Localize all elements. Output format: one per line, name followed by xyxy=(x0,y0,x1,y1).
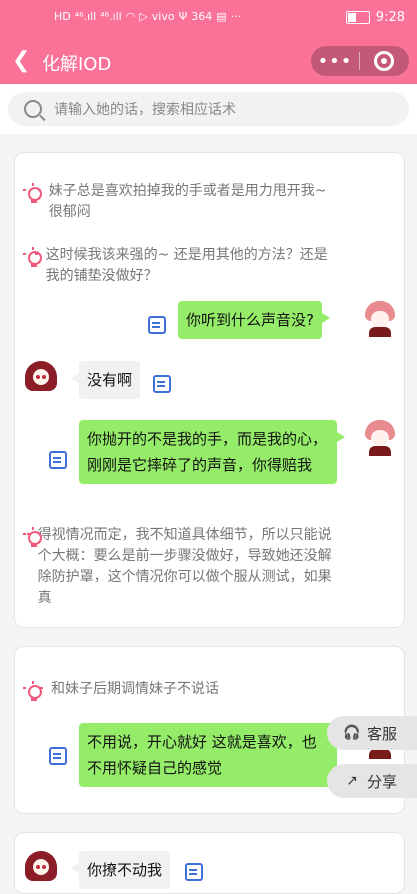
signal-icon: ⁴⁶.ıll xyxy=(74,10,97,23)
copy-icon[interactable] xyxy=(185,863,205,883)
more-notifications-icon: ··· xyxy=(230,10,242,23)
avatar xyxy=(25,361,59,397)
copy-icon[interactable] xyxy=(49,747,69,767)
avatar xyxy=(25,851,59,887)
wifi-icon: ◠ xyxy=(125,10,136,23)
copy-icon[interactable] xyxy=(49,451,69,471)
lightbulb-icon xyxy=(23,527,42,549)
tip-text: 这时候我该来强的~ 还是用其他的方法？还是我的铺垫没做好？ xyxy=(45,247,328,284)
signal-icon: ⁴⁶.ıll xyxy=(100,10,122,23)
lightbulb-icon xyxy=(23,681,43,703)
script-card: 你撩不动我 xyxy=(14,832,405,894)
customer-service-label: 客服 xyxy=(367,724,398,743)
nav-bar: ❮ 化解IOD ••• xyxy=(0,38,417,84)
message-bubble-sent[interactable]: 你听到什么声音没? xyxy=(178,301,330,339)
app-notification-icon: Ψ xyxy=(178,10,188,23)
hd-icon: HD xyxy=(54,10,71,23)
target-icon xyxy=(374,51,394,71)
status-bar: HD ⁴⁶.ıll ⁴⁶.ıll ◠ ▷ vivo Ψ 364 ▤ ··· 9:… xyxy=(0,0,417,38)
tip-item: 这时候我该来强的~ 还是用其他的方法？还是我的铺垫没做好？ xyxy=(23,245,333,287)
app-notification-icon: ▤ xyxy=(216,10,227,23)
share-button[interactable]: ↗ 分享 xyxy=(327,764,417,798)
app-notification-icon: 364 xyxy=(191,10,213,23)
message-bubble-sent[interactable]: 不用说，开心就好 这就是喜欢，也不用怀疑自己的感觉 xyxy=(79,723,345,787)
tip-item: 和妹子后期调情妹子不说话 xyxy=(23,679,333,703)
message-bubble-received[interactable]: 你撩不动我 xyxy=(70,851,171,889)
customer-service-button[interactable]: 🎧 客服 xyxy=(327,716,417,750)
close-button[interactable] xyxy=(360,51,408,71)
app-notification-icon: ▷ xyxy=(139,10,148,23)
copy-icon[interactable] xyxy=(153,375,173,395)
tip-item: 妹子总是喜欢拍掉我的手或者是用力甩开我~很郁闷 xyxy=(23,181,333,223)
avatar xyxy=(363,420,397,456)
more-button[interactable]: ••• xyxy=(311,51,359,72)
page-title: 化解IOD xyxy=(42,54,112,75)
search-bar: 请输入她的话，搜索相应话术 xyxy=(0,84,417,134)
avatar xyxy=(363,301,397,337)
message-bubble-sent[interactable]: 你抛开的不是我的手，而是我的心，刚刚是它摔碎了的声音，你得赔我 xyxy=(79,420,345,484)
share-icon: ↗ xyxy=(346,773,358,789)
tip-text: 和妹子后期调情妹子不说话 xyxy=(51,681,219,697)
search-icon xyxy=(24,100,42,118)
lightbulb-icon xyxy=(23,183,42,205)
share-label: 分享 xyxy=(367,772,398,791)
app-notification-icon: vivo xyxy=(151,10,175,23)
miniprogram-capsule: ••• xyxy=(311,46,409,76)
headset-icon: 🎧 xyxy=(343,725,361,741)
tip-text: 得视情况而定，我不知道具体细节，所以只能说个大概：要么是前一步骤没做好，导致她还… xyxy=(37,527,332,606)
search-input[interactable]: 请输入她的话，搜索相应话术 xyxy=(8,92,409,126)
battery-icon xyxy=(345,11,370,24)
tip-item: 得视情况而定，我不知道具体细节，所以只能说个大概：要么是前一步骤没做好，导致她还… xyxy=(23,525,333,609)
clock: 9:28 xyxy=(375,10,405,25)
lightbulb-icon xyxy=(23,247,42,269)
message-bubble-received[interactable]: 没有啊 xyxy=(70,361,141,399)
search-placeholder: 请输入她的话，搜索相应话术 xyxy=(54,102,236,118)
status-icons: HD ⁴⁶.ıll ⁴⁶.ıll ◠ ▷ vivo Ψ 364 ▤ ··· xyxy=(54,10,241,24)
back-icon[interactable]: ❮ xyxy=(12,48,30,73)
tip-text: 妹子总是喜欢拍掉我的手或者是用力甩开我~很郁闷 xyxy=(48,183,327,220)
copy-icon[interactable] xyxy=(148,316,168,336)
script-card: 妹子总是喜欢拍掉我的手或者是用力甩开我~很郁闷 这时候我该来强的~ 还是用其他的… xyxy=(14,152,405,628)
